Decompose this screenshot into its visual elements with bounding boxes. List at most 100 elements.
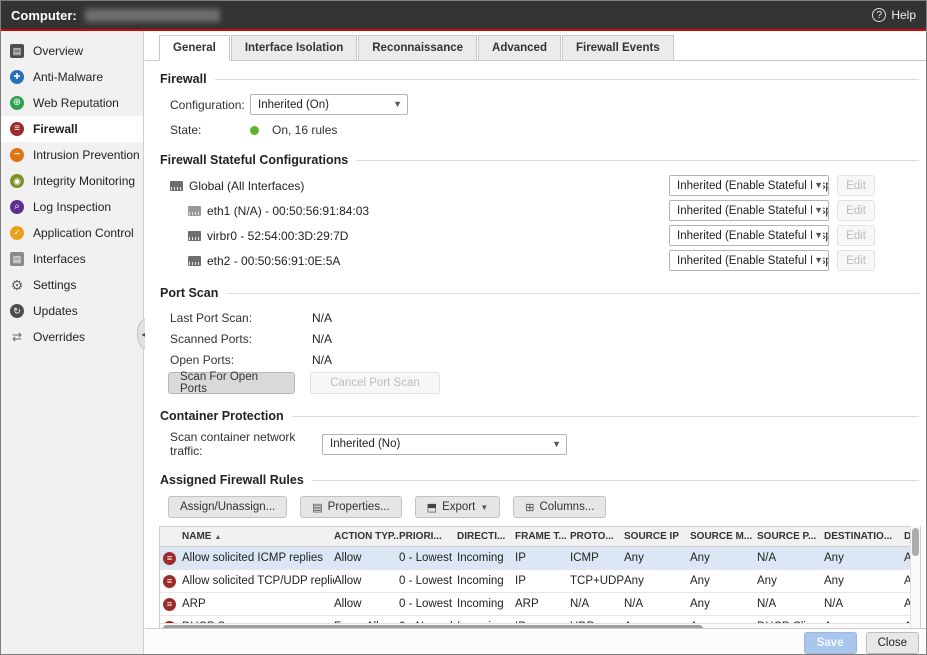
stateful-dropdown-virbr0[interactable]: Inherited (Enable Stateful Inspection▼ xyxy=(669,225,829,246)
section-title: Port Scan xyxy=(160,286,218,300)
edit-button[interactable]: Edit xyxy=(837,200,875,221)
column-header-destination-ip[interactable]: DESTINATIO... xyxy=(824,531,904,542)
export-button[interactable]: ⬒Export▼ xyxy=(415,496,501,518)
column-header-direction[interactable]: DIRECTI... xyxy=(457,531,515,542)
integrity-monitoring-icon xyxy=(10,174,24,188)
computer-details-window: Computer: ? Help Overview Anti-Malware W… xyxy=(0,0,927,655)
dropdown-value: Inherited (Enable Stateful Inspection xyxy=(677,180,829,192)
network-interface-icon xyxy=(188,231,201,241)
configuration-value: Inherited (On) xyxy=(258,99,329,111)
rules-table: NAME▲ ACTION TYP... PRIORI... DIRECTI...… xyxy=(159,526,921,628)
sidebar-item-label: Integrity Monitoring xyxy=(33,174,135,188)
chevron-down-icon: ▼ xyxy=(812,180,823,190)
section-port-scan: Port Scan xyxy=(160,285,919,301)
tab-reconnaissance[interactable]: Reconnaissance xyxy=(358,35,477,60)
sidebar-item-log-inspection[interactable]: Log Inspection xyxy=(1,194,143,220)
assign-unassign-button[interactable]: Assign/Unassign... xyxy=(168,496,287,518)
kv-value: N/A xyxy=(312,353,332,367)
button-label: Export xyxy=(442,501,475,513)
columns-button[interactable]: ⊞ Columns... xyxy=(513,496,606,518)
column-header-source-mac[interactable]: SOURCE M... xyxy=(690,531,757,542)
stateful-dropdown-eth2[interactable]: Inherited (Enable Stateful Inspection▼ xyxy=(669,250,829,271)
overrides-icon xyxy=(10,330,24,344)
stateful-dropdown-global[interactable]: Inherited (Enable Stateful Inspection▼ xyxy=(669,175,829,196)
sidebar-item-application-control[interactable]: Application Control xyxy=(1,220,143,246)
firewall-rule-icon xyxy=(163,575,176,588)
sidebar-item-intrusion-prevention[interactable]: Intrusion Prevention xyxy=(1,142,143,168)
state-value: On, 16 rules xyxy=(272,123,337,137)
properties-button[interactable]: ▤Properties... xyxy=(300,496,401,518)
edit-button[interactable]: Edit xyxy=(837,225,875,246)
vertical-scrollbar[interactable] xyxy=(910,526,920,628)
tab-label: Firewall Events xyxy=(576,42,660,54)
stateful-dropdown-eth1[interactable]: Inherited (Enable Stateful Inspection▼ xyxy=(669,200,829,221)
state-label: State: xyxy=(170,123,250,137)
sidebar-item-web-reputation[interactable]: Web Reputation xyxy=(1,90,143,116)
column-header-action-type[interactable]: ACTION TYP... xyxy=(334,531,399,542)
column-header-frame-type[interactable]: FRAME T... xyxy=(515,531,570,542)
table-row[interactable]: Allow solicited TCP/UDP repliesAllow 0 -… xyxy=(160,570,920,593)
interfaces-icon xyxy=(10,252,24,266)
dropdown-value: Inherited (Enable Stateful Inspection xyxy=(677,205,829,217)
updates-icon xyxy=(10,304,24,318)
sidebar-item-label: Web Reputation xyxy=(33,96,119,110)
sidebar-item-label: Intrusion Prevention xyxy=(33,148,140,162)
table-row[interactable]: Allow solicited ICMP repliesAllow 0 - Lo… xyxy=(160,547,920,570)
overview-icon xyxy=(10,44,24,58)
tab-label: Reconnaissance xyxy=(372,42,463,54)
column-header-source-ip[interactable]: SOURCE IP xyxy=(624,531,690,542)
sidebar-item-interfaces[interactable]: Interfaces xyxy=(1,246,143,272)
configuration-dropdown[interactable]: Inherited (On) ▼ xyxy=(250,94,408,115)
close-button[interactable]: Close xyxy=(866,632,919,654)
save-button[interactable]: Save xyxy=(804,632,857,654)
sidebar-item-label: Application Control xyxy=(33,226,134,240)
stateful-row-global: Global (All Interfaces) Inherited (Enabl… xyxy=(170,173,919,198)
edit-button[interactable]: Edit xyxy=(837,175,875,196)
scan-for-open-ports-button[interactable]: Scan For Open Ports xyxy=(168,372,295,394)
sidebar-item-overrides[interactable]: Overrides xyxy=(1,324,143,350)
dropdown-value: Inherited (Enable Stateful Inspection xyxy=(677,255,829,267)
sidebar-item-anti-malware[interactable]: Anti-Malware xyxy=(1,64,143,90)
columns-icon: ⊞ xyxy=(525,501,534,514)
sidebar-item-overview[interactable]: Overview xyxy=(1,38,143,64)
titlebar: Computer: ? Help xyxy=(1,1,926,29)
interface-label: eth1 (N/A) - 00:50:56:91:84:03 xyxy=(207,204,369,218)
column-header-protocol[interactable]: PROTO... xyxy=(570,531,624,542)
chevron-down-icon: ▼ xyxy=(550,439,561,449)
kv-value: N/A xyxy=(312,332,332,346)
stateful-row-eth2: eth2 - 00:50:56:91:0E:5A Inherited (Enab… xyxy=(170,248,919,273)
sidebar-item-updates[interactable]: Updates xyxy=(1,298,143,324)
chevron-down-icon: ▼ xyxy=(812,230,823,240)
column-header-name[interactable]: NAME▲ xyxy=(182,531,334,542)
sidebar: Overview Anti-Malware Web Reputation Fir… xyxy=(1,31,144,655)
sidebar-item-integrity-monitoring[interactable]: Integrity Monitoring xyxy=(1,168,143,194)
tab-advanced[interactable]: Advanced xyxy=(478,35,561,60)
window-title: Computer: xyxy=(11,8,77,23)
button-label: Columns... xyxy=(539,501,594,513)
tab-general[interactable]: General xyxy=(159,35,230,61)
cancel-port-scan-button[interactable]: Cancel Port Scan xyxy=(310,372,440,394)
sidebar-item-firewall[interactable]: Firewall xyxy=(1,116,143,142)
table-header-row: NAME▲ ACTION TYP... PRIORI... DIRECTI...… xyxy=(160,526,920,547)
sidebar-item-label: Log Inspection xyxy=(33,200,111,214)
configuration-row: Configuration: Inherited (On) ▼ xyxy=(170,94,927,115)
web-reputation-icon xyxy=(10,96,24,110)
column-header-source-port[interactable]: SOURCE P... xyxy=(757,531,824,542)
properties-icon: ▤ xyxy=(312,501,322,514)
container-traffic-label: Scan container network traffic: xyxy=(170,430,322,458)
section-title: Firewall Stateful Configurations xyxy=(160,153,348,167)
last-port-scan-row: Last Port Scan: N/A xyxy=(170,307,927,328)
sort-ascending-icon: ▲ xyxy=(214,534,221,541)
edit-button[interactable]: Edit xyxy=(837,250,875,271)
tab-firewall-events[interactable]: Firewall Events xyxy=(562,35,674,60)
tab-interface-isolation[interactable]: Interface Isolation xyxy=(231,35,357,60)
container-traffic-dropdown[interactable]: Inherited (No) ▼ xyxy=(322,434,567,455)
kv-label: Scanned Ports: xyxy=(170,332,312,346)
vertical-scrollbar-thumb[interactable] xyxy=(912,528,919,556)
table-row[interactable]: ARPAllow 0 - LowestIncoming ARPN/A N/AAn… xyxy=(160,593,920,616)
sidebar-item-settings[interactable]: Settings xyxy=(1,272,143,298)
column-header-priority[interactable]: PRIORI... xyxy=(399,531,457,542)
help-button[interactable]: ? Help xyxy=(872,8,916,22)
interface-label: virbr0 - 52:54:00:3D:29:7D xyxy=(207,229,348,243)
open-ports-row: Open Ports: N/A xyxy=(170,349,927,370)
